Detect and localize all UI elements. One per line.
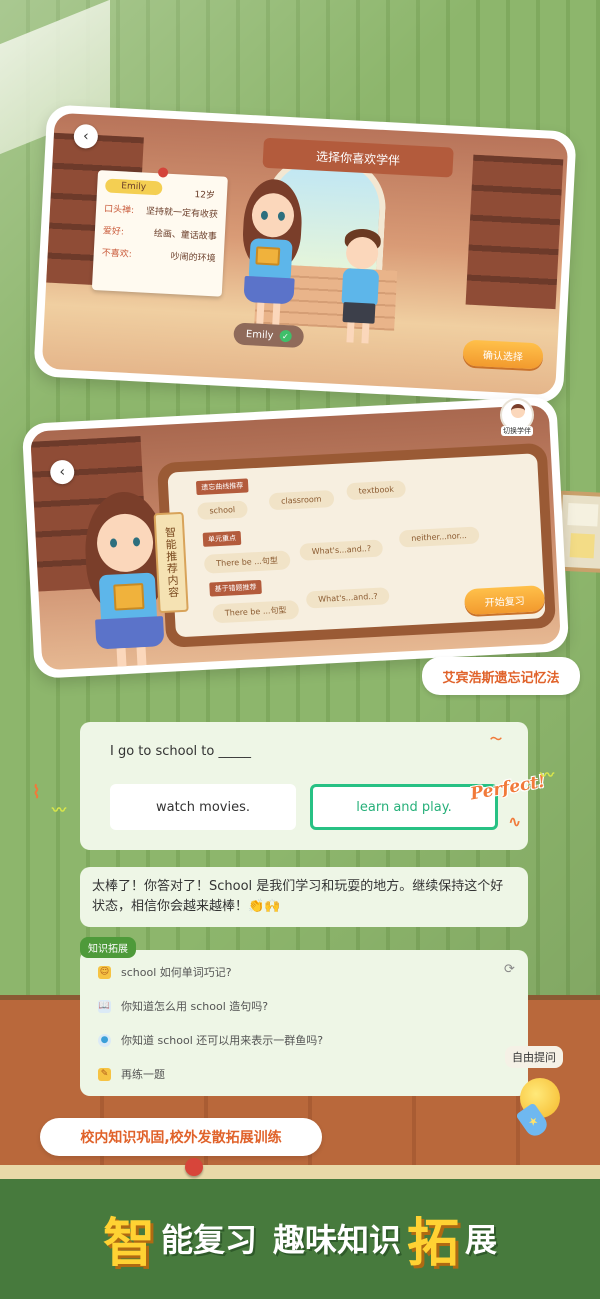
knowledge-item-text: 你知道怎么用 school 造句吗? xyxy=(121,1000,269,1013)
profile-key: 口头禅: xyxy=(103,204,135,216)
microphone-button[interactable]: ★ xyxy=(508,1078,564,1140)
confetti-icon: ⌇ xyxy=(32,782,41,803)
headline-text: 能复习 xyxy=(160,1221,257,1259)
avatar xyxy=(511,404,525,418)
chip-item[interactable]: What's...and..? xyxy=(305,587,391,609)
back-icon: ‹ xyxy=(82,128,90,145)
profile-value: 坚持就一定有收获 xyxy=(145,206,219,221)
headline-text: 趣味知识 xyxy=(272,1221,401,1259)
recommendation-board: 智能推荐内容 遗忘曲线推荐 school classroom textbook … xyxy=(153,442,557,648)
board-side-label: 智能推荐内容 xyxy=(153,511,189,614)
section-label: 基于错题推荐 xyxy=(209,579,262,597)
knowledge-panel: ⟳ ☺ school 如何单词巧记? 📖 你知道怎么用 school 造句吗? … xyxy=(80,950,528,1096)
knowledge-item-text: 再练一题 xyxy=(121,1068,165,1081)
knowledge-item[interactable]: ☺ school 如何单词巧记? xyxy=(98,964,232,980)
profile-card: Emily 12岁 口头禅: 坚持就一定有收获 爱好: 绘画、童话故事 不喜欢: 吵闹… xyxy=(91,167,228,297)
book-icon: 📖 xyxy=(98,999,111,1013)
section-label: 遗忘曲线推荐 xyxy=(195,478,249,496)
pencil-icon: ✎ xyxy=(98,1067,111,1081)
profile-row: 不喜欢: 吵闹的环境 xyxy=(101,245,216,264)
ai-reply-message: 太棒了！你答对了！School 是我们学习和玩耍的地方。继续保持这个好状态，相信… xyxy=(80,867,528,927)
quiz-question: I go to school to _____ xyxy=(110,744,251,759)
library-scene: 选择你喜欢学伴 ‹ Emily 12岁 口头禅: 坚持就一定有收获 爱好: 绘画、童… xyxy=(41,112,569,396)
globe-icon: ● xyxy=(98,1033,111,1047)
star-icon: ★ xyxy=(525,1112,541,1130)
classroom-scene: ‹ 智能推荐内容 遗忘曲线推荐 school classroom textboo… xyxy=(30,404,561,671)
section-label: 单元重点 xyxy=(202,530,242,547)
profile-row: 口头禅: 坚持就一定有收获 xyxy=(104,201,219,220)
chip-item[interactable]: There be ...句型 xyxy=(203,550,291,574)
feature-pill: 校内知识巩固,校外发散拓展训练 xyxy=(40,1118,322,1156)
companion-select-card: 选择你喜欢学伴 ‹ Emily 12岁 口头禅: 坚持就一定有收获 爱好: 绘画、童… xyxy=(33,104,577,404)
knowledge-tag: 知识拓展 xyxy=(80,937,136,958)
ebbinghaus-bubble: 艾宾浩斯遗忘记忆法 xyxy=(422,657,580,695)
chip-item[interactable]: textbook xyxy=(346,480,407,501)
knowledge-item-text: 你知道 school 还可以用来表示一群鱼吗? xyxy=(121,1034,324,1047)
pin-icon xyxy=(185,1158,203,1176)
back-icon: ‹ xyxy=(59,463,66,481)
switch-companion-button[interactable]: 切换学伴 xyxy=(500,398,534,436)
confetti-icon: 〰 xyxy=(540,768,554,784)
profile-row: 爱好: 绘画、童话故事 xyxy=(103,223,218,242)
knowledge-item[interactable]: ✎ 再练一题 xyxy=(98,1066,165,1082)
check-icon: ✓ xyxy=(279,329,292,343)
chip-item[interactable]: classroom xyxy=(268,489,335,511)
headline-char: 智 xyxy=(102,1213,155,1274)
smile-icon: ☺ xyxy=(98,965,111,979)
free-ask-label: 自由提问 xyxy=(505,1046,563,1068)
smart-review-card: ‹ 智能推荐内容 遗忘曲线推荐 school classroom textboo… xyxy=(21,396,570,679)
start-review-button[interactable]: 开始复习 xyxy=(463,585,546,616)
profile-key: 不喜欢: xyxy=(101,248,133,260)
selected-companion-button[interactable]: Emily ✓ xyxy=(233,322,305,349)
confetti-icon: 〰 xyxy=(52,803,66,819)
quiz-card: I go to school to _____ watch movies. le… xyxy=(80,722,528,850)
chip-item[interactable]: What's...and..? xyxy=(299,539,384,561)
switch-companion-label: 切换学伴 xyxy=(501,426,533,436)
profile-age: 12岁 xyxy=(194,190,216,202)
knowledge-item-text: school 如何单词巧记? xyxy=(121,966,232,979)
headline-char: 拓 xyxy=(407,1213,460,1274)
headline: 智 能复习 趣味知识 拓 展 xyxy=(0,1198,600,1278)
confetti-icon: ～ xyxy=(490,732,503,746)
knowledge-item[interactable]: 📖 你知道怎么用 school 造句吗? xyxy=(98,998,268,1014)
boy-character[interactable] xyxy=(333,228,389,350)
chip-item[interactable]: neither...nor... xyxy=(398,526,480,548)
selected-companion-name: Emily xyxy=(245,328,274,341)
chip-item[interactable]: There be ...句型 xyxy=(212,599,299,624)
profile-value: 吵闹的环境 xyxy=(170,251,216,265)
chip-item[interactable]: school xyxy=(197,500,248,521)
confirm-button[interactable]: 确认选择 xyxy=(462,339,544,370)
profile-name: Emily xyxy=(104,178,163,196)
profile-value: 绘画、童话故事 xyxy=(153,229,218,243)
confetti-icon: ∿ xyxy=(508,812,522,831)
pin-icon xyxy=(157,167,169,178)
option-a-button[interactable]: watch movies. xyxy=(110,784,296,830)
bookshelf-right xyxy=(465,154,564,310)
refresh-icon[interactable]: ⟳ xyxy=(504,962,515,977)
knowledge-item[interactable]: ● 你知道 school 还可以用来表示一群鱼吗? xyxy=(98,1032,323,1048)
profile-key: 爱好: xyxy=(102,226,125,238)
headline-text: 展 xyxy=(465,1221,498,1259)
girl-character[interactable] xyxy=(234,177,312,331)
